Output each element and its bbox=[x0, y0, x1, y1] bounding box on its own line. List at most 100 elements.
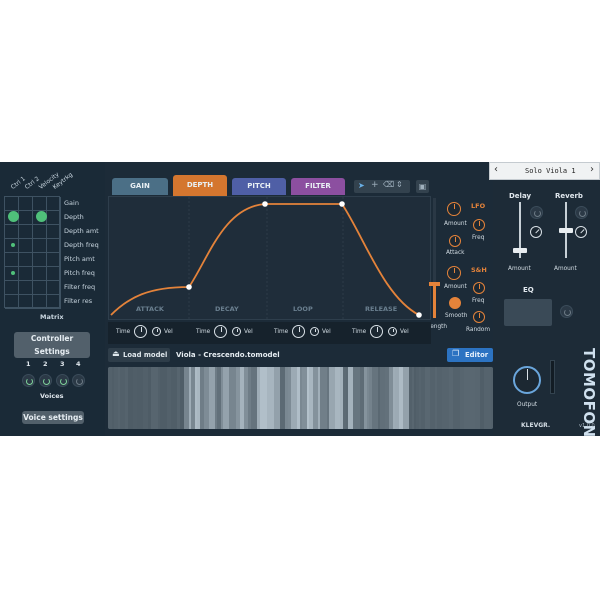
matrix-node-ctrl1-depth-freq[interactable] bbox=[11, 243, 15, 247]
decay-vel-knob[interactable] bbox=[232, 327, 241, 336]
plugin-window: Ctrl 1 Ctrl 2 Velocity Keytrkg Gain Dept… bbox=[0, 162, 600, 436]
reverb-power-icon[interactable] bbox=[575, 206, 588, 219]
matrix-cell[interactable] bbox=[33, 281, 47, 295]
voice-settings-button[interactable]: Voice settings bbox=[22, 411, 84, 424]
matrix-cell[interactable] bbox=[33, 239, 47, 253]
zoom-icon[interactable]: ▣ bbox=[416, 180, 429, 193]
matrix-cell[interactable] bbox=[47, 281, 61, 295]
lfo-amount-knob[interactable] bbox=[447, 202, 461, 216]
matrix-row-depth: Depth bbox=[64, 213, 84, 221]
lfo-attack-knob[interactable] bbox=[449, 235, 461, 247]
tab-depth[interactable]: DEPTH bbox=[173, 175, 227, 196]
model-waveform[interactable] bbox=[108, 367, 493, 429]
waveform-slice bbox=[353, 367, 360, 429]
waveform-slice bbox=[229, 367, 236, 429]
tab-gain[interactable]: GAIN bbox=[112, 178, 168, 195]
voice-1-power-icon[interactable] bbox=[22, 374, 35, 387]
matrix-cell[interactable] bbox=[33, 225, 47, 239]
preset-prev-icon[interactable]: ‹ bbox=[494, 164, 498, 175]
matrix-title: Matrix bbox=[40, 313, 64, 321]
attack-time-knob[interactable] bbox=[134, 325, 147, 338]
matrix-cell[interactable] bbox=[33, 197, 47, 211]
matrix-cell[interactable] bbox=[5, 253, 19, 267]
matrix-cell[interactable] bbox=[19, 197, 33, 211]
split-icon[interactable]: ⇕ bbox=[396, 180, 403, 189]
segment-release-label: RELEASE bbox=[365, 305, 398, 313]
output-knob[interactable] bbox=[513, 366, 541, 394]
segment-loop-label: LOOP bbox=[293, 305, 313, 313]
segment-knob-bar: Time Vel Time Vel Time Vel Time Vel bbox=[108, 322, 431, 344]
load-model-label: Load model bbox=[123, 351, 168, 359]
segment-attack-label: ATTACK bbox=[136, 305, 164, 313]
envelope-editor[interactable]: ATTACK DECAY LOOP RELEASE bbox=[108, 196, 431, 321]
maker-logo: KLEVGR. bbox=[521, 422, 551, 429]
voice-number-4: 4 bbox=[76, 360, 81, 368]
add-point-icon[interactable]: + bbox=[371, 180, 379, 190]
reverb-amount-handle[interactable] bbox=[559, 228, 573, 233]
eq-display[interactable] bbox=[504, 299, 552, 326]
matrix-cell[interactable] bbox=[19, 267, 33, 281]
matrix-cell[interactable] bbox=[33, 253, 47, 267]
matrix-cell[interactable] bbox=[19, 253, 33, 267]
matrix-cell[interactable] bbox=[47, 211, 61, 225]
matrix-row-depth-freq: Depth freq bbox=[64, 241, 99, 249]
matrix-cell[interactable] bbox=[5, 197, 19, 211]
release-time-knob[interactable] bbox=[370, 325, 383, 338]
voice-3-power-icon[interactable] bbox=[56, 374, 69, 387]
matrix-cell[interactable] bbox=[47, 225, 61, 239]
cursor-icon[interactable]: ➤ bbox=[358, 181, 365, 190]
matrix-cell[interactable] bbox=[47, 239, 61, 253]
delay-time-knob[interactable] bbox=[527, 223, 545, 241]
matrix-cell[interactable] bbox=[19, 225, 33, 239]
lfo-amount-label: Amount bbox=[444, 221, 467, 227]
decay-time-label: Time bbox=[196, 329, 211, 335]
reverb-size-knob[interactable] bbox=[572, 223, 590, 241]
matrix-node-ctrl1-depth[interactable] bbox=[8, 211, 19, 222]
sh-smooth-knob[interactable] bbox=[449, 297, 461, 309]
sh-amount-knob[interactable] bbox=[447, 266, 461, 280]
delay-power-icon[interactable] bbox=[530, 206, 543, 219]
matrix-cell[interactable] bbox=[47, 197, 61, 211]
matrix-cell[interactable] bbox=[19, 295, 33, 309]
controller-settings-button[interactable]: Controller Settings bbox=[14, 332, 90, 358]
eq-power-icon[interactable] bbox=[560, 305, 573, 318]
waveform-slice bbox=[320, 367, 327, 429]
preset-next-icon[interactable]: › bbox=[590, 164, 594, 175]
model-bar: ⏏ Load model Viola - Crescendo.tomodel ❐… bbox=[108, 348, 493, 363]
delay-amount-handle[interactable] bbox=[513, 248, 527, 253]
editor-button[interactable]: ❐ Editor bbox=[447, 348, 493, 362]
matrix-cell[interactable] bbox=[19, 239, 33, 253]
matrix-cell[interactable] bbox=[33, 295, 47, 309]
matrix-cell[interactable] bbox=[19, 211, 33, 225]
loop-time-knob[interactable] bbox=[292, 325, 305, 338]
release-vel-knob[interactable] bbox=[388, 327, 397, 336]
preset-selector[interactable]: ‹ Solo Viola 1 › bbox=[489, 162, 600, 180]
voice-2-power-icon[interactable] bbox=[39, 374, 52, 387]
decay-time-knob[interactable] bbox=[214, 325, 227, 338]
matrix-cell[interactable] bbox=[5, 225, 19, 239]
matrix-cell[interactable] bbox=[19, 281, 33, 295]
voice-4-power-icon[interactable] bbox=[72, 374, 85, 387]
matrix-cell[interactable] bbox=[5, 295, 19, 309]
matrix-node-ctrl1-pitch-freq[interactable] bbox=[11, 271, 15, 275]
matrix-cell[interactable] bbox=[47, 253, 61, 267]
reverb-amount-label: Amount bbox=[554, 266, 577, 272]
loop-time-label: Time bbox=[274, 329, 289, 335]
preset-name: Solo Viola 1 bbox=[525, 167, 576, 175]
sh-freq-knob[interactable] bbox=[473, 282, 485, 294]
matrix-cell[interactable] bbox=[33, 267, 47, 281]
loop-vel-knob[interactable] bbox=[310, 327, 319, 336]
matrix-cell[interactable] bbox=[47, 295, 61, 309]
tab-pitch[interactable]: PITCH bbox=[232, 178, 286, 195]
model-file-name: Viola - Crescendo.tomodel bbox=[176, 351, 280, 359]
matrix-cell[interactable] bbox=[47, 267, 61, 281]
matrix-cell[interactable] bbox=[5, 281, 19, 295]
sh-random-knob[interactable] bbox=[473, 311, 485, 323]
load-model-button[interactable]: ⏏ Load model bbox=[108, 348, 170, 362]
matrix-node-velocity-depth[interactable] bbox=[36, 211, 47, 222]
lfo-freq-knob[interactable] bbox=[473, 219, 485, 231]
attack-vel-knob[interactable] bbox=[152, 327, 161, 336]
strength-fader-handle[interactable] bbox=[429, 282, 440, 286]
erase-icon[interactable]: ⌫ bbox=[383, 180, 394, 189]
tab-filter[interactable]: FILTER bbox=[291, 178, 345, 195]
